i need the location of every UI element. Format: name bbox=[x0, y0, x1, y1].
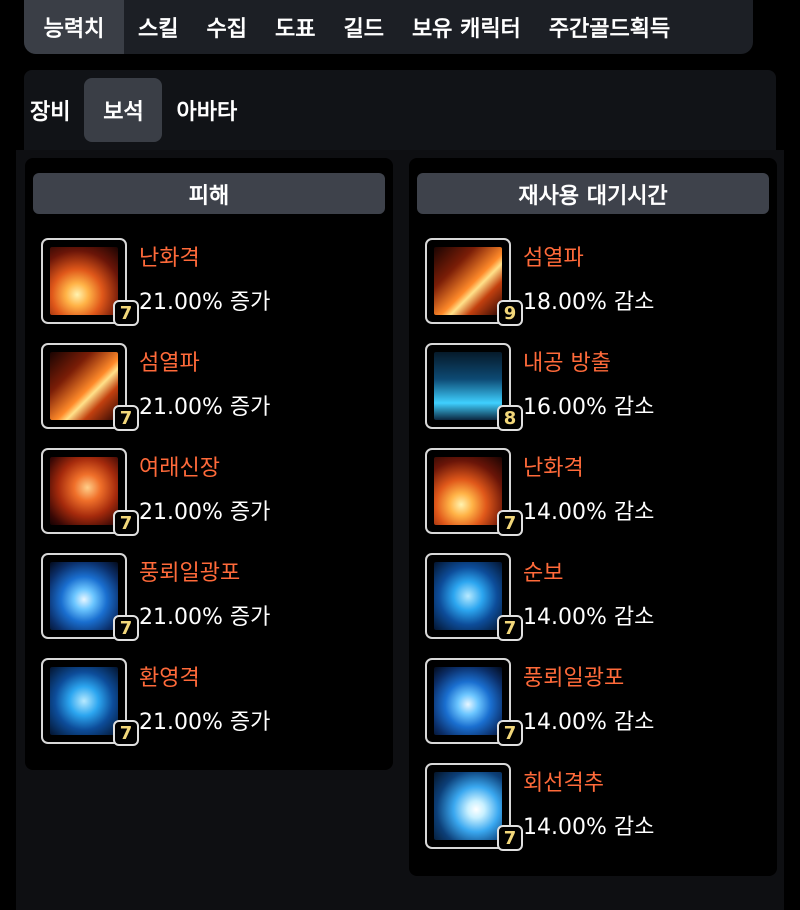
fire-wave-icon bbox=[50, 352, 118, 420]
gem-effect: 18.00% 감소 bbox=[523, 290, 655, 315]
skill-name: 내공 방출 bbox=[523, 351, 611, 376]
tab-stats[interactable]: 능력치 bbox=[24, 0, 124, 54]
subtab-equipment[interactable]: 장비 bbox=[16, 78, 84, 142]
gem-level-badge: 7 bbox=[113, 300, 139, 326]
tab-weekly-gold[interactable]: 주간골드획득 bbox=[535, 0, 684, 54]
skill-name: 여래신장 bbox=[139, 456, 220, 481]
gem-effect: 21.00% 증가 bbox=[139, 395, 271, 420]
gem-icon-frame: 7 bbox=[41, 658, 139, 746]
gem-level-badge: 7 bbox=[113, 720, 139, 746]
sub-tabs: 장비 보석 아바타 bbox=[16, 78, 251, 142]
gem-effect: 21.00% 증가 bbox=[139, 605, 271, 630]
energy-release-icon bbox=[434, 352, 502, 420]
tab-guild[interactable]: 길드 bbox=[329, 0, 397, 54]
gem-effect: 21.00% 증가 bbox=[139, 500, 271, 525]
skill-name: 환영격 bbox=[139, 666, 200, 691]
gem-level-badge: 7 bbox=[497, 615, 523, 641]
tab-charts[interactable]: 도표 bbox=[261, 0, 329, 54]
gem-icon-frame: 7 bbox=[425, 553, 523, 641]
gem-effect: 21.00% 증가 bbox=[139, 710, 271, 735]
gem-effect: 14.00% 감소 bbox=[523, 500, 655, 525]
subtab-avatar[interactable]: 아바타 bbox=[162, 78, 251, 142]
blue-wind-icon bbox=[50, 562, 118, 630]
cooldown-gems-panel: 재사용 대기시간 9 섬열파 18.00% 감소 8 내공 방출 16.00% … bbox=[409, 158, 777, 876]
skill-name: 섬열파 bbox=[523, 246, 584, 271]
gem-icon-frame: 7 bbox=[425, 448, 523, 536]
gem-icon-frame: 7 bbox=[41, 553, 139, 641]
damage-header: 피해 bbox=[33, 173, 385, 214]
gem-effect: 14.00% 감소 bbox=[523, 815, 655, 840]
fire-slash-icon bbox=[434, 457, 502, 525]
gem-level-badge: 7 bbox=[497, 825, 523, 851]
gem-level-badge: 8 bbox=[497, 405, 523, 431]
skill-name: 섬열파 bbox=[139, 351, 200, 376]
gem-effect: 14.00% 감소 bbox=[523, 605, 655, 630]
cooldown-header: 재사용 대기시간 bbox=[417, 173, 769, 214]
gem-item[interactable]: 8 내공 방출 16.00% 감소 bbox=[417, 343, 769, 435]
skill-name: 난화격 bbox=[523, 456, 584, 481]
gem-item[interactable]: 7 섬열파 21.00% 증가 bbox=[33, 343, 385, 435]
blue-wind-icon bbox=[434, 667, 502, 735]
fire-palm-icon bbox=[50, 457, 118, 525]
skill-name: 풍뢰일광포 bbox=[139, 561, 241, 586]
damage-gems-panel: 피해 7 난화격 21.00% 증가 7 섬열파 21.00% 증가 7 여래신… bbox=[25, 158, 393, 770]
gem-item[interactable]: 7 회선격추 14.00% 감소 bbox=[417, 763, 769, 855]
gem-effect: 16.00% 감소 bbox=[523, 395, 655, 420]
phantom-strike-icon bbox=[50, 667, 118, 735]
gem-icon-frame: 9 bbox=[425, 238, 523, 326]
gem-item[interactable]: 9 섬열파 18.00% 감소 bbox=[417, 238, 769, 330]
gem-level-badge: 7 bbox=[497, 720, 523, 746]
gem-level-badge: 7 bbox=[113, 615, 139, 641]
gem-level-badge: 7 bbox=[113, 510, 139, 536]
gem-item[interactable]: 7 난화격 14.00% 감소 bbox=[417, 448, 769, 540]
gem-item[interactable]: 7 여래신장 21.00% 증가 bbox=[33, 448, 385, 540]
gem-effect: 21.00% 증가 bbox=[139, 290, 271, 315]
spiral-burst-icon bbox=[434, 772, 502, 840]
gem-item[interactable]: 7 환영격 21.00% 증가 bbox=[33, 658, 385, 750]
gem-icon-frame: 7 bbox=[41, 343, 139, 431]
gem-icon-frame: 7 bbox=[425, 763, 523, 851]
subtab-gems[interactable]: 보석 bbox=[84, 78, 163, 142]
dash-step-icon bbox=[434, 562, 502, 630]
skill-name: 순보 bbox=[523, 561, 564, 586]
gem-item[interactable]: 7 순보 14.00% 감소 bbox=[417, 553, 769, 645]
gem-item[interactable]: 7 난화격 21.00% 증가 bbox=[33, 238, 385, 330]
fire-wave-icon bbox=[434, 247, 502, 315]
gem-icon-frame: 7 bbox=[41, 238, 139, 326]
gem-icon-frame: 7 bbox=[425, 658, 523, 746]
top-nav: 능력치 스킬 수집 도표 길드 보유 캐릭터 주간골드획득 bbox=[24, 0, 753, 54]
gem-icon-frame: 8 bbox=[425, 343, 523, 431]
tab-skills[interactable]: 스킬 bbox=[124, 0, 192, 54]
gem-item[interactable]: 7 풍뢰일광포 21.00% 증가 bbox=[33, 553, 385, 645]
fire-slash-icon bbox=[50, 247, 118, 315]
gem-level-badge: 7 bbox=[113, 405, 139, 431]
gem-level-badge: 9 bbox=[497, 300, 523, 326]
tab-owned-characters[interactable]: 보유 캐릭터 bbox=[398, 0, 535, 54]
skill-name: 난화격 bbox=[139, 246, 200, 271]
gem-effect: 14.00% 감소 bbox=[523, 710, 655, 735]
tab-collection[interactable]: 수집 bbox=[192, 0, 260, 54]
gem-level-badge: 7 bbox=[497, 510, 523, 536]
skill-name: 회선격추 bbox=[523, 771, 604, 796]
skill-name: 풍뢰일광포 bbox=[523, 666, 625, 691]
gem-item[interactable]: 7 풍뢰일광포 14.00% 감소 bbox=[417, 658, 769, 750]
gem-icon-frame: 7 bbox=[41, 448, 139, 536]
